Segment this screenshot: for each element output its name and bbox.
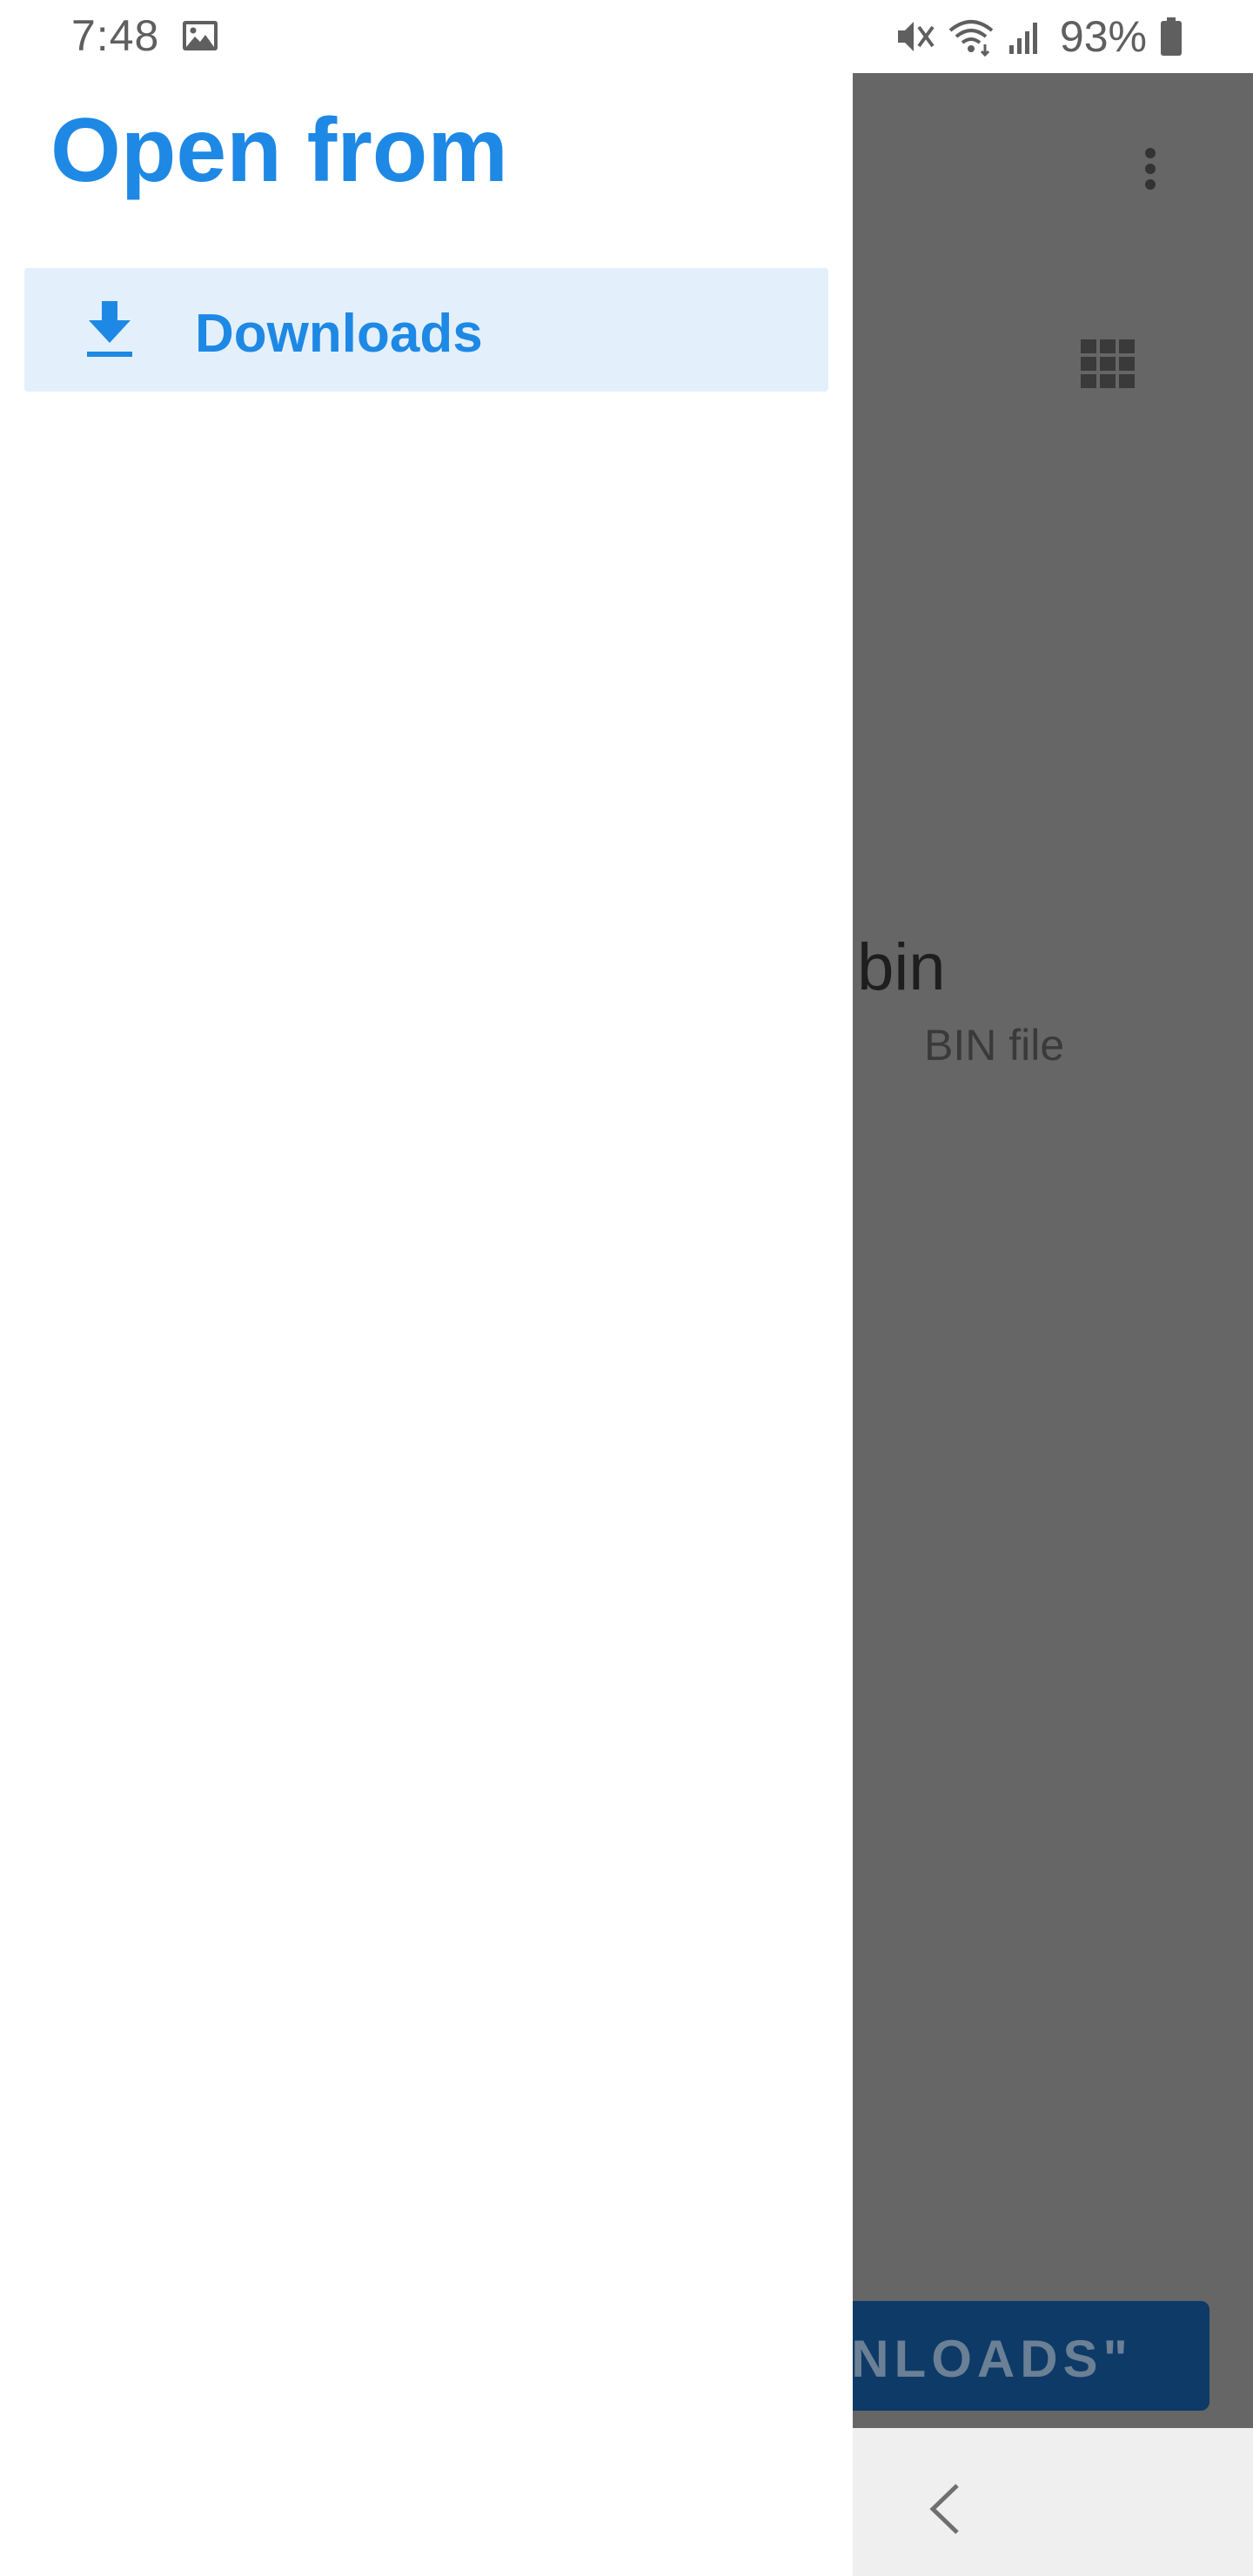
background-file-name: .bin xyxy=(839,930,946,1004)
background-downloads-button-label: WNLOADS" xyxy=(835,2330,1133,2388)
battery-icon xyxy=(1159,17,1183,57)
open-from-drawer: Open from Downloads xyxy=(0,73,853,2576)
status-bar: 7:48 93% xyxy=(0,0,1253,73)
wifi-icon xyxy=(947,17,995,57)
more-vert-icon[interactable] xyxy=(1133,139,1168,209)
drawer-item-label: Downloads xyxy=(195,304,483,364)
screen: 7:48 93% .bin BIN file NLOADS" Open from… xyxy=(0,0,1253,2576)
mute-icon xyxy=(895,17,935,57)
background-downloads-button[interactable]: WNLOADS" xyxy=(835,2301,1209,2411)
back-icon[interactable] xyxy=(926,2482,964,2536)
drawer-title: Open from xyxy=(50,100,508,201)
background-file-type: BIN file xyxy=(924,1021,1065,1070)
signal-icon xyxy=(1008,17,1042,56)
status-time: 7:48 xyxy=(71,11,160,60)
drawer-item-downloads[interactable]: Downloads xyxy=(24,268,828,392)
status-icons: 93% xyxy=(895,9,1183,64)
grid-view-icon[interactable] xyxy=(1079,334,1136,392)
download-icon xyxy=(85,301,134,359)
gallery-notification-icon xyxy=(181,19,219,52)
battery-percent: 93% xyxy=(1059,12,1147,61)
background-app-scrim[interactable] xyxy=(853,73,1253,2428)
